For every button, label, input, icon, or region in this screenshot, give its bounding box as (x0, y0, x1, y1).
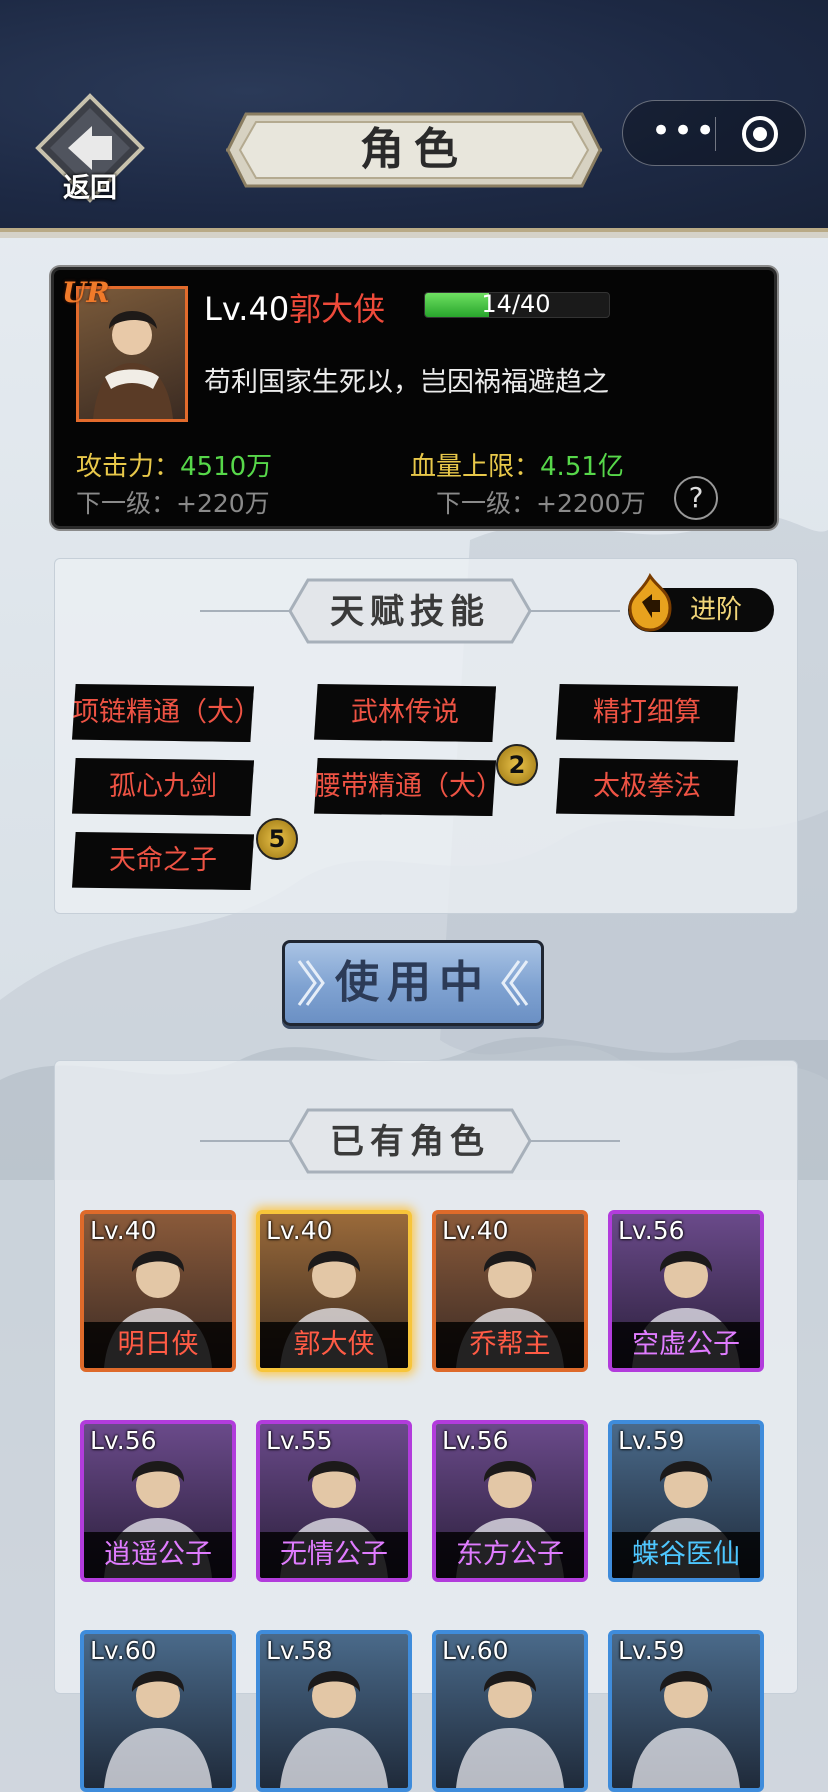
character-card[interactable]: Lv.56 东方公子 (432, 1420, 588, 1582)
character-card[interactable]: Lv.56 逍遥公子 (80, 1420, 236, 1582)
skill-item[interactable]: 孤心九剑 (72, 758, 254, 816)
character-name: 逍遥公子 (84, 1532, 232, 1578)
character-name: 明日侠 (84, 1322, 232, 1368)
hp-next-level: 下一级：+2200万 (436, 489, 646, 518)
character-level: Lv.59 (618, 1426, 685, 1455)
page-title: 角色 (360, 124, 468, 175)
character-card[interactable]: Lv.55 无情公子 (256, 1420, 412, 1582)
skill-count-badge: 2 (496, 744, 538, 786)
character-level: Lv.58 (266, 1636, 333, 1665)
character-card[interactable]: Lv.56 空虚公子 (608, 1210, 764, 1372)
character-card[interactable]: Lv.59 (608, 1630, 764, 1792)
hero-level-name: Lv.40郭大侠 (204, 284, 385, 330)
character-card[interactable]: Lv.59 蝶谷医仙 (608, 1420, 764, 1582)
more-dots-icon[interactable]: ••• (651, 114, 715, 149)
skill-item[interactable]: 项链精通（大） (72, 684, 254, 742)
skill-item[interactable]: 天命之子 (72, 832, 254, 890)
character-level: Lv.56 (618, 1216, 685, 1245)
target-circle-icon[interactable] (741, 115, 779, 153)
character-level: Lv.56 (90, 1426, 157, 1455)
mini-program-capsule: ••• (622, 100, 806, 166)
character-level: Lv.40 (266, 1216, 333, 1245)
in-use-label[interactable]: 使用中 (282, 940, 544, 1026)
character-name: 郭大侠 (260, 1322, 408, 1368)
exp-progress-text: 14/40 (481, 290, 551, 318)
character-card[interactable]: Lv.40 明日侠 (80, 1210, 236, 1372)
flame-advance-icon (628, 573, 672, 632)
skill-count-badge: 5 (256, 818, 298, 860)
character-level: Lv.55 (266, 1426, 333, 1455)
character-card[interactable]: Lv.40 乔帮主 (432, 1210, 588, 1372)
character-name: 东方公子 (436, 1532, 584, 1578)
roster-title: 已有角色 (330, 1122, 490, 1162)
character-level: Lv.40 (90, 1216, 157, 1245)
hp-value: 4.51亿 (540, 452, 624, 482)
hp-stat: 血量上限：4.51亿 (410, 446, 624, 483)
character-name: 蝶谷医仙 (612, 1532, 760, 1578)
attack-stat: 攻击力：4510万 (76, 446, 272, 483)
character-level: Lv.60 (90, 1636, 157, 1665)
character-name: 空虚公子 (612, 1322, 760, 1368)
skill-item[interactable]: 精打细算 (556, 684, 738, 742)
character-card[interactable]: Lv.58 (256, 1630, 412, 1792)
capsule-divider (715, 117, 716, 151)
character-name: 乔帮主 (436, 1322, 584, 1368)
character-level: Lv.56 (442, 1426, 509, 1455)
skill-item[interactable]: 武林传说 (314, 684, 496, 742)
hp-label: 血量上限： (410, 452, 541, 482)
skill-item[interactable]: 太极拳法 (556, 758, 738, 816)
character-card[interactable]: Lv.40 郭大侠 (256, 1210, 412, 1372)
skill-item[interactable]: 腰带精通（大） (314, 758, 496, 816)
ur-rarity-badge: UR (62, 276, 110, 309)
back-label[interactable]: 返回 (52, 166, 128, 205)
help-question-icon[interactable]: ? (674, 476, 718, 520)
attack-label: 攻击力： (76, 452, 181, 482)
character-level: Lv.59 (618, 1636, 685, 1665)
character-card[interactable]: Lv.60 (432, 1630, 588, 1792)
character-level: Lv.60 (442, 1636, 509, 1665)
hero-quote: 苟利国家生死以，岂因祸福避趋之 (204, 367, 609, 398)
talent-title: 天赋技能 (330, 592, 490, 632)
character-card[interactable]: Lv.60 (80, 1630, 236, 1792)
attack-value: 4510万 (180, 452, 273, 482)
character-level: Lv.40 (442, 1216, 509, 1245)
hero-name: 郭大侠 (289, 290, 386, 328)
character-name: 无情公子 (260, 1532, 408, 1578)
hero-level: Lv.40 (204, 290, 290, 328)
hero-info-card: UR Lv.40郭大侠 14/40 苟利国家生死以，岂因祸福避趋之 攻击力：45… (54, 270, 774, 526)
top-header-bar: 返回 角色 ••• (0, 0, 828, 238)
attack-next-level: 下一级：+220万 (76, 489, 270, 518)
